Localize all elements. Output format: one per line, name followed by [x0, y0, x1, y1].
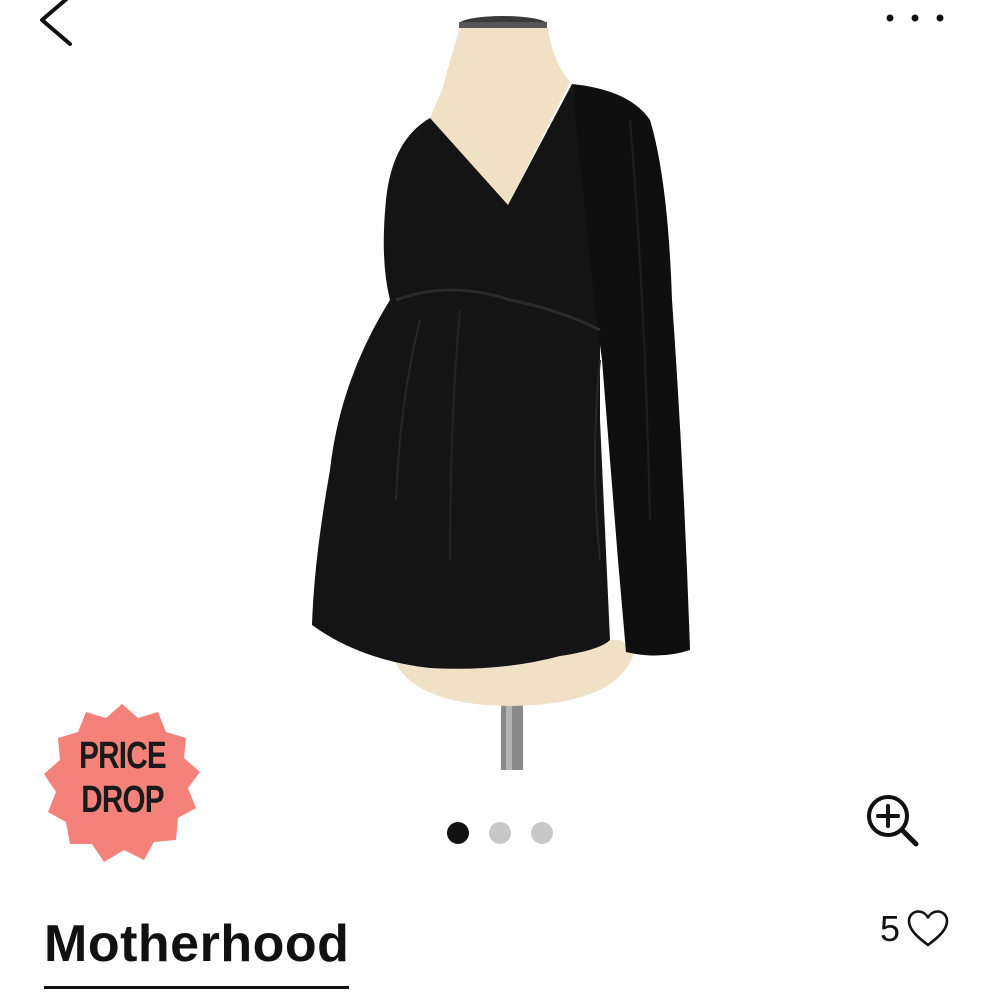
product-photo[interactable]: [300, 0, 720, 780]
brand-link[interactable]: Motherhood: [44, 912, 350, 989]
chevron-left-icon: [40, 0, 72, 46]
image-pager: [445, 822, 565, 846]
product-detail-page: PRICE DROP Motherhood 5: [0, 0, 1000, 1000]
pager-dot-3[interactable]: [531, 822, 553, 844]
more-options-button[interactable]: [876, 0, 956, 40]
heart-outline-icon: [907, 910, 949, 947]
zoom-in-icon: [867, 795, 919, 847]
pager-dot-2[interactable]: [489, 822, 511, 844]
zoom-button[interactable]: [862, 790, 922, 850]
garment-on-mannequin: [312, 16, 690, 770]
like-button[interactable]: 5: [880, 906, 950, 952]
more-horizontal-icon: [886, 14, 944, 22]
likes-count: 5: [880, 908, 901, 949]
back-button[interactable]: [30, 0, 90, 60]
pager-dot-1[interactable]: [447, 822, 469, 844]
price-drop-line2: DROP: [81, 779, 164, 821]
brand-name: Motherhood: [44, 915, 350, 973]
price-drop-line1: PRICE: [79, 735, 166, 777]
price-drop-label: PRICE DROP: [58, 734, 187, 822]
price-drop-badge: PRICE DROP: [40, 700, 205, 865]
